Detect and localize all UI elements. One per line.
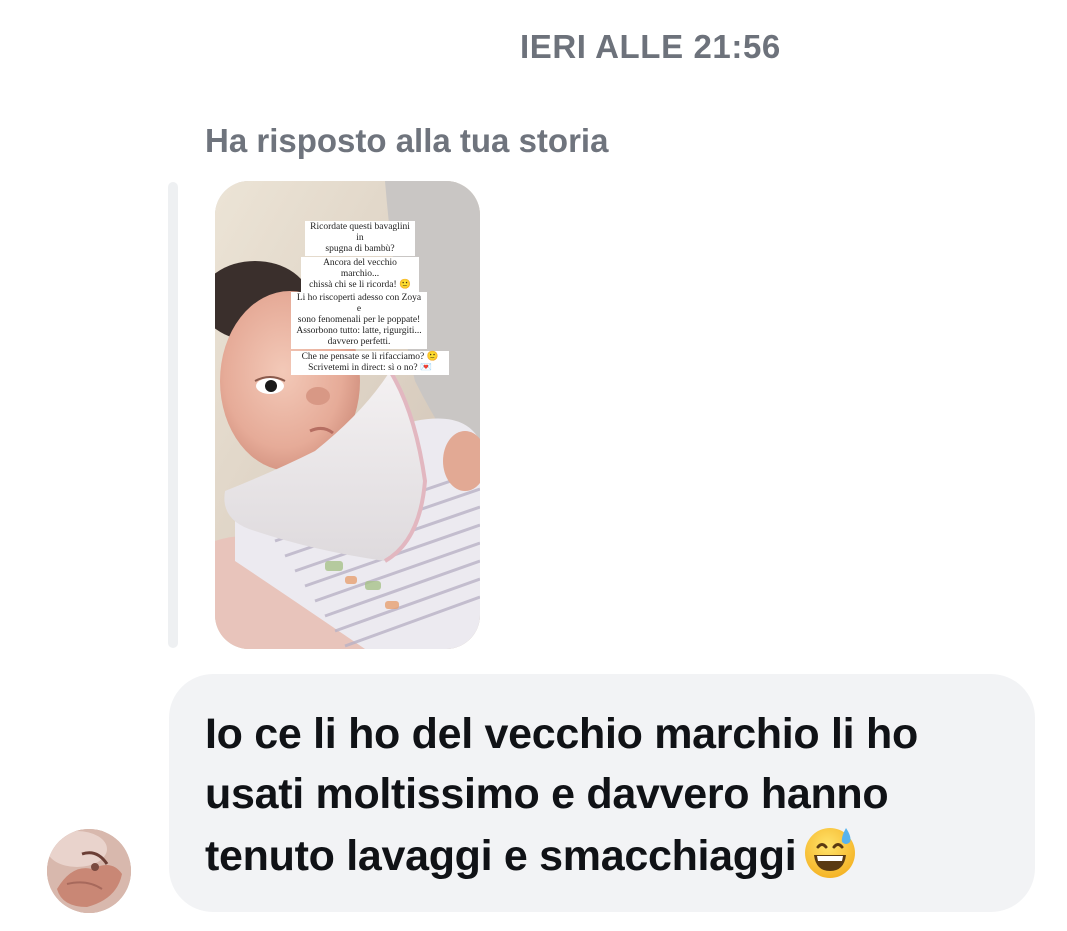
story-captions: Ricordate questi bavaglini in spugna di …	[215, 181, 480, 649]
timestamp: IERI ALLE 21:56	[520, 28, 781, 65]
quote-bar	[168, 182, 178, 648]
avatar-image	[47, 829, 131, 913]
story-caption-2: Ancora del vecchio marchio... chissà chi…	[301, 257, 419, 292]
grinning-face-with-sweat-icon	[802, 824, 858, 896]
avatar[interactable]	[47, 829, 131, 913]
story-thumbnail[interactable]: Ricordate questi bavaglini in spugna di …	[215, 181, 480, 649]
story-caption-4: Che ne pensate se li rifacciamo? 🙂 Scriv…	[291, 351, 449, 375]
message-bubble[interactable]: Io ce li ho del vecchio marchio li ho us…	[169, 674, 1035, 912]
story-caption-3: Li ho riscoperti adesso con Zoya e sono …	[291, 292, 427, 349]
reply-label: Ha risposto alla tua storia	[205, 122, 609, 159]
story-caption-1: Ricordate questi bavaglini in spugna di …	[305, 221, 415, 256]
